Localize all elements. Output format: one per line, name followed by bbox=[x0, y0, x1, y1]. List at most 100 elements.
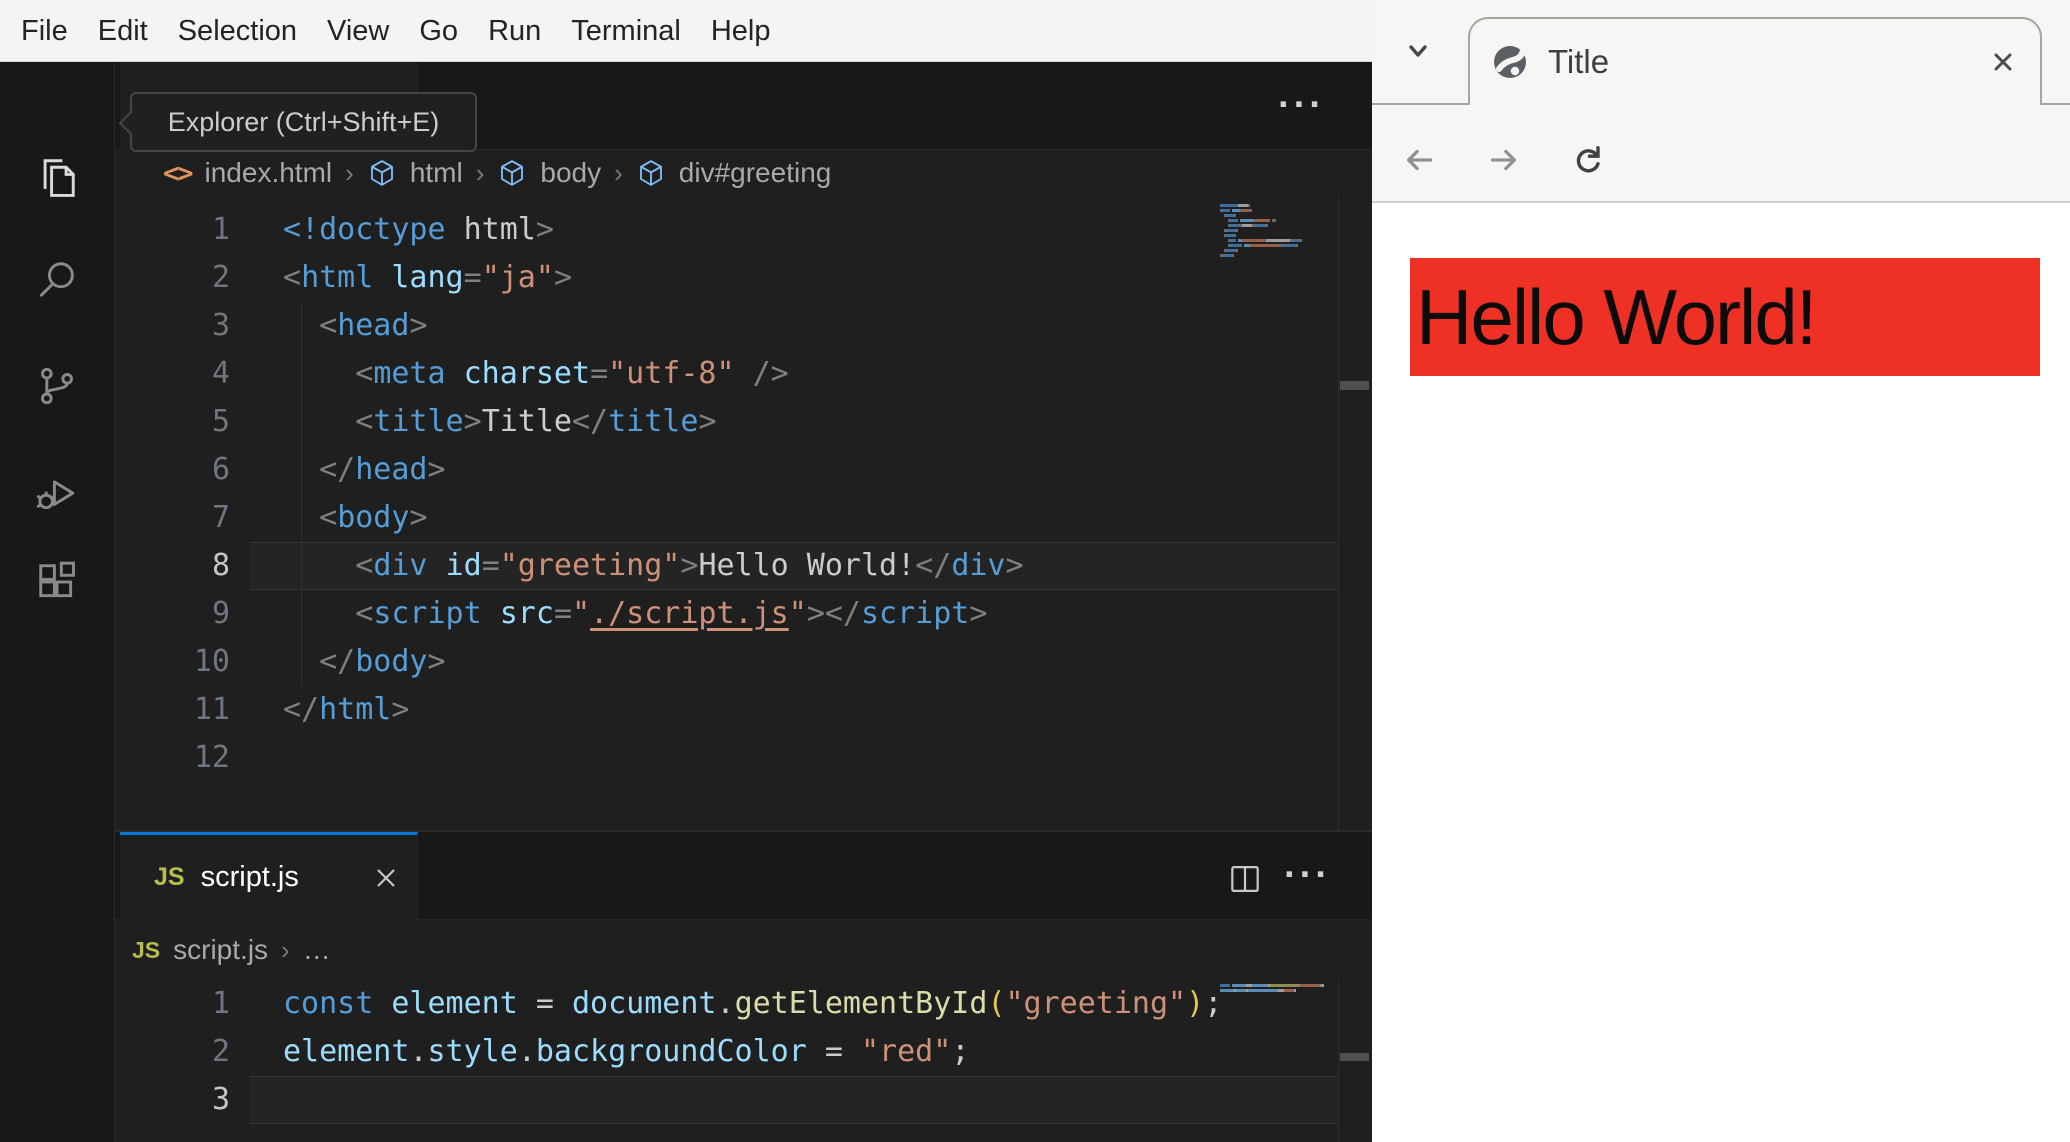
line-number: 1 bbox=[211, 212, 230, 247]
breadcrumb-file[interactable]: script.js bbox=[173, 934, 268, 966]
browser-window: Title Hello World! bbox=[1372, 0, 2070, 1142]
breadcrumb: <> index.html › html › body › div#greeting bbox=[163, 150, 831, 196]
panel-minimap[interactable] bbox=[1220, 984, 1338, 999]
menu-file[interactable]: File bbox=[6, 0, 83, 62]
html-code-line[interactable]: <html lang="ja"> bbox=[283, 254, 572, 302]
reload-icon[interactable] bbox=[1569, 141, 1607, 179]
vscode-window: File Edit Selection View Go Run Terminal Help bbox=[0, 0, 1372, 1142]
breadcrumb-segments: › html › body › div#greeting bbox=[345, 157, 831, 189]
minimap-line bbox=[1220, 239, 1338, 242]
symbol-cube-icon bbox=[497, 158, 527, 188]
line-number: 4 bbox=[211, 356, 230, 391]
minimap-line bbox=[1220, 234, 1338, 237]
source-control-icon[interactable] bbox=[31, 360, 83, 412]
line-number: 2 bbox=[211, 1034, 230, 1069]
split-editor-icon[interactable] bbox=[1226, 860, 1264, 898]
menu-go[interactable]: Go bbox=[404, 0, 473, 62]
js-file-icon: JS bbox=[132, 936, 161, 963]
search-icon[interactable] bbox=[31, 254, 83, 306]
line-number: 2 bbox=[211, 260, 230, 295]
forward-icon[interactable] bbox=[1484, 141, 1522, 179]
screen: File Edit Selection View Go Run Terminal Help bbox=[0, 0, 2070, 1142]
close-tab-icon[interactable] bbox=[373, 865, 399, 891]
breadcrumb-segment[interactable]: body bbox=[540, 157, 601, 189]
panel-more-actions-icon[interactable]: ··· bbox=[1284, 854, 1331, 897]
chevron-right-icon: › bbox=[475, 157, 485, 188]
browser-toolbar: ファイル /home/u bbox=[1372, 105, 2070, 305]
close-tab-icon[interactable] bbox=[1988, 47, 2018, 77]
explorer-tooltip: Explorer (Ctrl+Shift+E) bbox=[118, 92, 477, 152]
browser-viewport: Hello World! bbox=[1372, 203, 2070, 1142]
back-icon[interactable] bbox=[1401, 141, 1439, 179]
code-file-icon: <> bbox=[163, 157, 193, 189]
panel-scrollbar-thumb[interactable] bbox=[1340, 1053, 1369, 1061]
line-number: 10 bbox=[193, 644, 230, 679]
greeting-text: Hello World! bbox=[1416, 272, 1817, 361]
line-number: 7 bbox=[211, 500, 230, 535]
symbol-cube-icon bbox=[636, 158, 666, 188]
menu-selection[interactable]: Selection bbox=[163, 0, 312, 62]
chevron-right-icon: › bbox=[345, 157, 354, 188]
breadcrumb-segment[interactable]: div#greeting bbox=[679, 157, 832, 189]
menu-edit[interactable]: Edit bbox=[83, 0, 163, 62]
html-code-line[interactable]: <script src="./script.js"></script> bbox=[283, 590, 987, 638]
js-file-icon: JS bbox=[154, 863, 185, 891]
minimap-line bbox=[1220, 254, 1338, 257]
editor-more-actions-icon[interactable]: ··· bbox=[1278, 84, 1325, 127]
html-code-line[interactable]: <div id="greeting">Hello World!</div> bbox=[283, 542, 1023, 590]
menu-terminal[interactable]: Terminal bbox=[556, 0, 696, 62]
minimap-line bbox=[1220, 259, 1338, 262]
html-code-line[interactable]: </head> bbox=[283, 446, 445, 494]
line-number: 8 bbox=[211, 548, 230, 583]
minimap-line bbox=[1220, 219, 1338, 222]
html-code-line[interactable]: <title>Title</title> bbox=[283, 398, 716, 446]
tab-search-chevron-icon[interactable] bbox=[1400, 33, 1436, 69]
js-code-line[interactable]: element.style.backgroundColor = "red"; bbox=[283, 1028, 969, 1076]
js-current-line-highlight bbox=[250, 1076, 1337, 1124]
menu-run[interactable]: Run bbox=[473, 0, 556, 62]
html-code-line[interactable]: </body> bbox=[283, 638, 445, 686]
greeting-div: Hello World! bbox=[1410, 258, 2040, 376]
tooltip-text: Explorer (Ctrl+Shift+E) bbox=[167, 106, 440, 137]
tab-script-js[interactable]: JS script.js bbox=[120, 832, 418, 920]
minimap[interactable] bbox=[1220, 204, 1338, 264]
minimap-line bbox=[1220, 229, 1338, 232]
line-number: 9 bbox=[211, 596, 230, 631]
menu-help[interactable]: Help bbox=[696, 0, 786, 62]
chevron-right-icon: › bbox=[614, 157, 623, 188]
browser-tab[interactable]: Title bbox=[1468, 17, 2042, 105]
minimap-line bbox=[1220, 214, 1338, 217]
line-number: 11 bbox=[193, 692, 230, 727]
line-number: 3 bbox=[211, 308, 230, 343]
minimap-line bbox=[1220, 994, 1338, 997]
html-code-line[interactable]: <!doctype html> bbox=[283, 206, 554, 254]
menu-view[interactable]: View bbox=[312, 0, 404, 62]
tab-label: script.js bbox=[200, 861, 299, 893]
line-number: 6 bbox=[211, 452, 230, 487]
breadcrumb-ellipsis[interactable]: … bbox=[303, 934, 331, 966]
minimap-line bbox=[1220, 244, 1338, 247]
activity-bar bbox=[0, 62, 115, 1142]
html-code-line[interactable]: <body> bbox=[283, 494, 427, 542]
tab-title: Title bbox=[1548, 43, 1610, 80]
js-code-line[interactable]: const element = document.getElementById(… bbox=[283, 980, 1222, 1028]
symbol-cube-icon bbox=[367, 158, 397, 188]
breadcrumb-file[interactable]: index.html bbox=[205, 157, 333, 189]
indent-guide bbox=[301, 302, 302, 686]
menu-bar: File Edit Selection View Go Run Terminal Help bbox=[0, 0, 1372, 62]
explorer-icon[interactable] bbox=[31, 151, 83, 203]
line-number: 12 bbox=[193, 740, 230, 775]
html-code-line[interactable]: </html> bbox=[283, 686, 409, 734]
html-code-line[interactable]: <head> bbox=[283, 302, 427, 350]
run-and-debug-icon[interactable] bbox=[31, 465, 83, 517]
panel-minimap-border bbox=[1338, 980, 1339, 1142]
chevron-right-icon: › bbox=[281, 934, 290, 965]
breadcrumb-segment[interactable]: html bbox=[410, 157, 463, 189]
minimap-line bbox=[1220, 209, 1338, 212]
html-code-line[interactable]: <meta charset="utf-8" /> bbox=[283, 350, 789, 398]
scrollbar-thumb[interactable] bbox=[1340, 381, 1369, 390]
line-number: 5 bbox=[211, 404, 230, 439]
line-number: 3 bbox=[211, 1082, 230, 1117]
minimap-line bbox=[1220, 989, 1338, 992]
extensions-icon[interactable] bbox=[31, 556, 83, 608]
